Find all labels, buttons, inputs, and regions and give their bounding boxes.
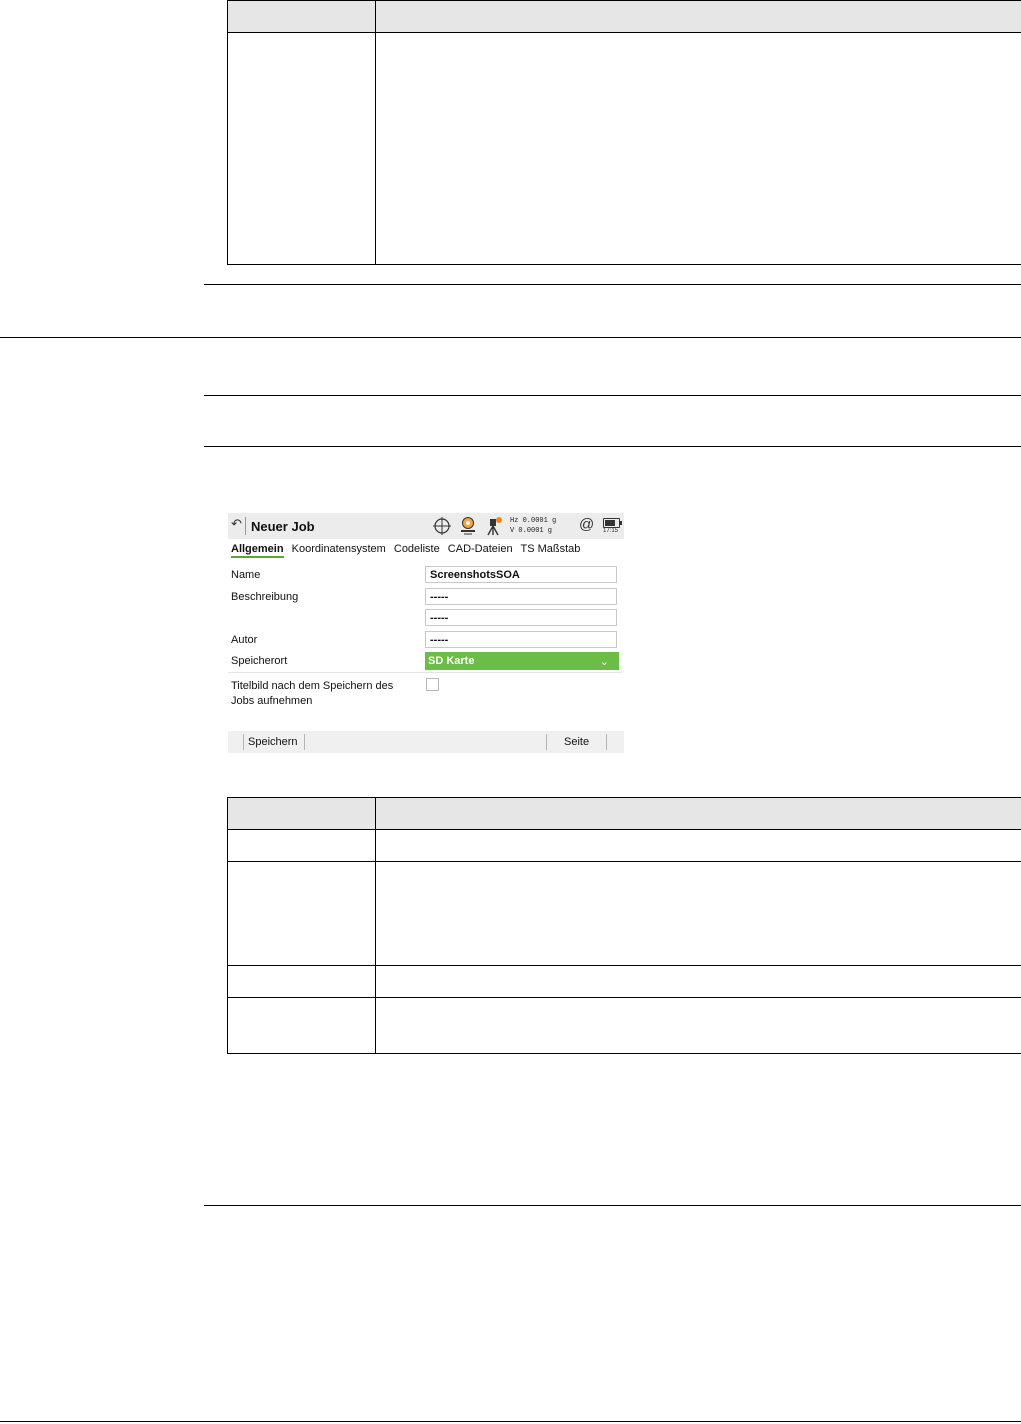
section-rule	[204, 284, 1021, 285]
crosshair-target-icon[interactable]	[432, 516, 452, 536]
softkey-divider	[546, 734, 547, 750]
tab-ts-massstab[interactable]: TS Maßstab	[520, 543, 580, 555]
tab-cad-dateien[interactable]: CAD-Dateien	[448, 543, 513, 555]
tab-bar: Allgemein Koordinatensystem Codeliste CA…	[231, 543, 585, 558]
top-table	[227, 0, 1021, 265]
section-rule	[204, 1205, 1021, 1206]
softkey-divider	[304, 734, 305, 750]
battery-icon	[603, 518, 622, 528]
bottom-table-cell	[375, 861, 1021, 966]
tab-allgemein[interactable]: Allgemein	[231, 543, 284, 558]
chevron-down-icon: ⌄	[599, 656, 609, 668]
tab-codeliste[interactable]: Codeliste	[394, 543, 440, 555]
tab-koordinatensystem[interactable]: Koordinatensystem	[292, 543, 386, 555]
instrument-icon[interactable]	[483, 516, 503, 536]
bottom-table-cell	[375, 965, 1021, 998]
title-bar: ↶ Neuer Job Hz 0.0001 g V 0.0001 g @ 17:…	[228, 513, 624, 539]
bottom-table	[227, 797, 1021, 1054]
bottom-table-cell	[227, 861, 376, 966]
autor-label: Autor	[231, 634, 258, 646]
name-field[interactable]: ScreenshotsSOA	[425, 566, 617, 583]
beschreibung-label: Beschreibung	[231, 591, 299, 603]
section-rule	[204, 395, 1021, 396]
v-angle-readout: V 0.0001 g	[510, 527, 553, 535]
bottom-table-header-col1	[227, 797, 376, 830]
beschreibung-field-2[interactable]: -----	[425, 609, 617, 626]
clock: 17:15	[603, 528, 619, 534]
top-table-cell	[227, 32, 376, 265]
app-title: Neuer Job	[251, 519, 315, 534]
target-prism-icon[interactable]	[458, 516, 478, 536]
softkey-bar: Speichern Seite	[228, 731, 624, 753]
titelbild-checkbox[interactable]	[426, 678, 439, 691]
speicherort-label: Speicherort	[231, 655, 288, 667]
speicherort-value: SD Karte	[428, 655, 475, 667]
titelbild-label-line1: Titelbild nach dem Speichern des	[231, 680, 394, 692]
back-arrow-icon[interactable]: ↶	[231, 516, 242, 532]
softkey-divider	[606, 734, 607, 750]
bottom-table-cell	[227, 997, 376, 1054]
top-table-header-col2	[375, 0, 1021, 33]
device-screenshot: ↶ Neuer Job Hz 0.0001 g V 0.0001 g @ 17:…	[228, 513, 624, 753]
section-rule	[204, 446, 1021, 447]
titelbild-label-line2: Jobs aufnehmen	[231, 695, 313, 707]
bottom-table-header-col2	[375, 797, 1021, 830]
autor-field[interactable]: -----	[425, 631, 617, 648]
softkey-divider	[243, 734, 244, 750]
top-table-header-col1	[227, 0, 376, 33]
title-divider	[245, 517, 246, 535]
footer-rule	[0, 1421, 1021, 1422]
top-table-cell	[375, 32, 1021, 265]
bottom-table-cell	[227, 829, 376, 862]
bottom-table-cell	[375, 997, 1021, 1054]
chapter-rule	[0, 337, 1021, 338]
hz-angle-readout: Hz 0.0001 g	[510, 517, 557, 525]
speicherort-select[interactable]: SD Karte ⌄	[425, 652, 619, 670]
at-sign-icon[interactable]: @	[579, 516, 594, 533]
bottom-table-cell	[375, 829, 1021, 862]
field-separator	[228, 672, 622, 673]
name-label: Name	[231, 569, 261, 581]
bottom-table-cell	[227, 965, 376, 998]
seite-button[interactable]: Seite	[564, 736, 589, 748]
speichern-button[interactable]: Speichern	[248, 736, 298, 748]
beschreibung-field-1[interactable]: -----	[425, 588, 617, 605]
